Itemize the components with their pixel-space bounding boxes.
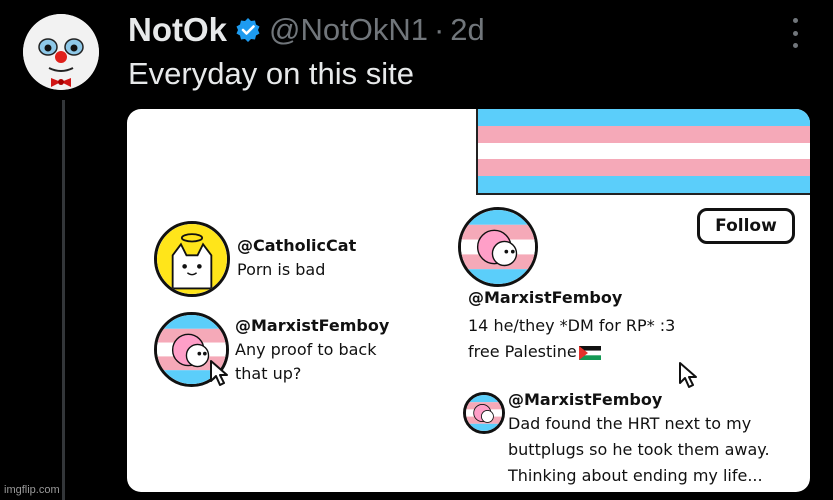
clown-icon	[23, 14, 99, 90]
reply-text: Thinking about ending my life...	[508, 466, 763, 485]
post-text: that up?	[235, 364, 302, 383]
catholic-cat-post: @CatholicCat Porn is bad	[237, 234, 356, 282]
profile-bio: 14 he/they *DM for RP* :3	[468, 316, 676, 335]
flag-stripe	[478, 109, 810, 126]
separator-dot: ·	[433, 12, 445, 47]
profile-info: @MarxistFemboy 14 he/they *DM for RP* :3…	[468, 285, 675, 365]
post-handle: @MarxistFemboy	[235, 316, 390, 335]
reply-text: Dad found the HRT next to my	[508, 414, 752, 433]
follow-button[interactable]: Follow	[697, 208, 795, 244]
flag-stripe	[478, 159, 810, 177]
reply-avatar	[463, 392, 505, 434]
reply-post: @MarxistFemboy Dad found the HRT next to…	[508, 389, 770, 489]
more-options-icon[interactable]	[784, 18, 806, 48]
tweet-media-image[interactable]: Follow @CatholicCat Porn is bad @Marxist…	[127, 109, 810, 492]
watermark: imgflip.com	[4, 484, 60, 496]
profile-handle: @MarxistFemboy	[468, 288, 623, 307]
thread-line	[62, 100, 65, 500]
post-text: Any proof to back	[235, 340, 377, 359]
cursor-icon	[209, 359, 231, 387]
profile-bio-2: free Palestine	[468, 339, 675, 365]
display-name[interactable]: NotOk	[128, 11, 227, 49]
palestine-flag-icon	[578, 345, 601, 360]
post-text: Porn is bad	[237, 260, 326, 279]
post-handle: @CatholicCat	[237, 236, 357, 255]
reply-handle: @MarxistFemboy	[508, 390, 663, 409]
timestamp[interactable]: 2d	[450, 12, 484, 48]
tweet-header: NotOk @NotOkN1 · 2d	[128, 8, 485, 52]
avatar[interactable]	[23, 14, 99, 90]
reply-text: buttplugs so he took them away.	[508, 440, 770, 459]
cursor-icon	[678, 361, 700, 389]
verified-badge-icon	[235, 17, 261, 43]
marxist-femboy-reply: @MarxistFemboy Any proof to back that up…	[235, 314, 389, 386]
profile-avatar	[458, 207, 538, 287]
user-handle[interactable]: @NotOkN1	[269, 12, 428, 48]
flag-stripe	[478, 125, 810, 143]
flag-stripe	[478, 176, 810, 193]
profile-banner-trans-flag	[476, 109, 810, 195]
tweet-text: Everyday on this site	[128, 56, 415, 91]
flag-stripe	[478, 142, 810, 160]
catholic-cat-avatar	[154, 221, 230, 297]
